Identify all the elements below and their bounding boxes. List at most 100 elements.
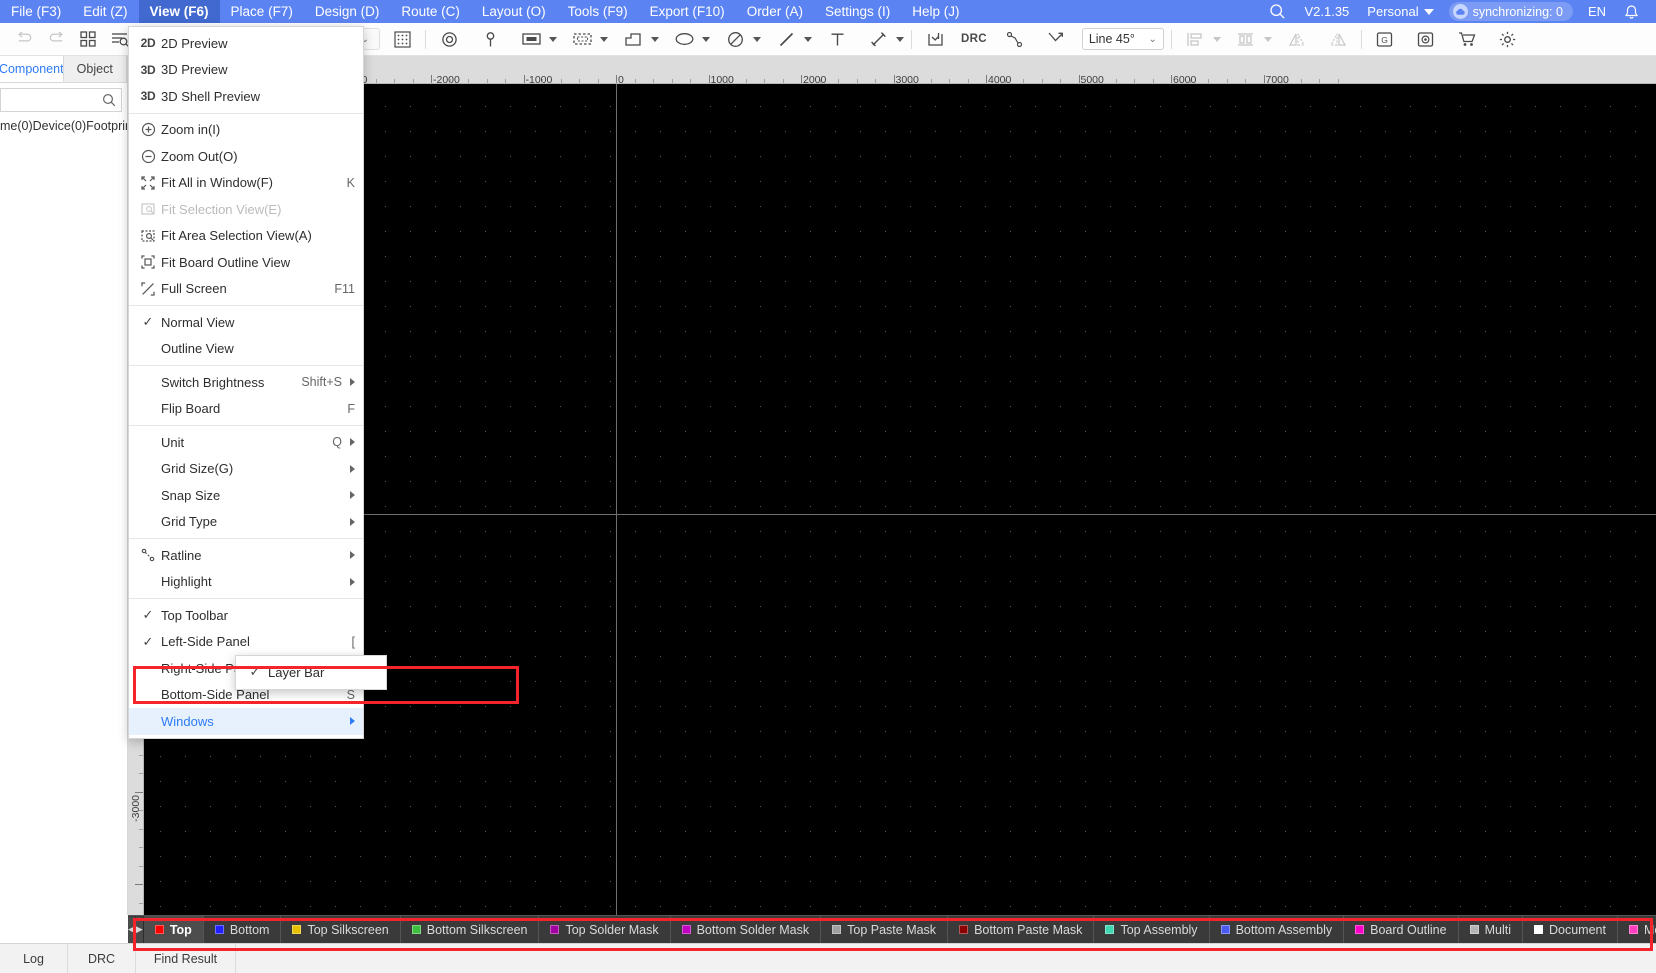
layer-item[interactable]: Bottom Paste Mask [948,916,1095,943]
polygon-dropdown-arrow[interactable] [651,36,659,42]
menu-item-fit-all-in-window-f[interactable]: Fit All in Window(F) K [129,170,363,197]
import-icon[interactable] [922,26,948,52]
menu-item-snap-size[interactable]: Snap Size [129,482,363,509]
line-icon[interactable] [773,26,799,52]
menu-help[interactable]: Help (J) [901,0,970,23]
select-rect-dropdown-arrow[interactable] [600,36,608,42]
menu-edit[interactable]: Edit (Z) [72,0,138,23]
search-icon[interactable] [1260,3,1295,20]
layer-bar-prev-button[interactable]: ◀ [128,916,136,943]
menu-export[interactable]: Export (F10) [639,0,736,23]
line-dropdown-arrow[interactable] [804,36,812,42]
menu-item-2d-preview[interactable]: 2D 2D Preview [129,30,363,57]
menu-layout[interactable]: Layout (O) [471,0,557,23]
redo-icon[interactable] [43,26,69,52]
layer-item[interactable]: Top Assembly [1094,916,1210,943]
language-selector[interactable]: EN [1579,4,1615,19]
menu-item-top-toolbar[interactable]: ✓ Top Toolbar [129,602,363,629]
submenu-item-layer-bar[interactable]: ✓ Layer Bar [236,659,386,686]
account-selector[interactable]: Personal [1358,4,1442,19]
angle-route-icon[interactable] [1043,26,1069,52]
menu-item-highlight[interactable]: Highlight [129,569,363,596]
gear-icon[interactable] [1495,26,1521,52]
layer-item[interactable]: Top Solder Mask [539,916,671,943]
pad-icon[interactable] [477,26,503,52]
menu-tools[interactable]: Tools (F9) [557,0,639,23]
search-icon[interactable] [102,93,116,107]
layer-item[interactable]: Multi [1459,916,1523,943]
pcb-canvas[interactable] [144,84,1656,915]
menu-item-ratline[interactable]: Ratline [129,542,363,569]
flip-vertical-icon[interactable] [1325,26,1351,52]
polygon-icon[interactable] [620,26,646,52]
rect-icon[interactable] [518,26,544,52]
select-rect-icon[interactable] [569,26,595,52]
layer-item[interactable]: Document [1523,916,1618,943]
menu-item-fit-board-outline-view[interactable]: Fit Board Outline View [129,249,363,276]
layer-bar-next-button[interactable]: ▶ [135,916,144,943]
sync-status-badge[interactable]: synchronizing: 0 [1448,2,1573,21]
menu-order[interactable]: Order (A) [736,0,814,23]
ellipse-icon[interactable] [671,26,697,52]
flip-horizontal-icon[interactable] [1284,26,1310,52]
undo-icon[interactable] [11,26,37,52]
layer-item[interactable]: Bottom Silkscreen [401,916,540,943]
via-icon[interactable] [436,26,462,52]
layer-item[interactable]: Top Paste Mask [821,916,949,943]
search-input[interactable] [6,92,102,108]
status-tab-log[interactable]: Log [0,944,68,973]
menu-item-3d-shell-preview[interactable]: 3D 3D Shell Preview [129,83,363,110]
align-left-icon[interactable] [1182,26,1208,52]
layer-item[interactable]: Board Outline [1344,916,1459,943]
menu-view[interactable]: View (F6) [138,0,220,23]
menu-item-outline-view[interactable]: Outline View [129,336,363,363]
gerber-icon[interactable]: G [1372,26,1398,52]
route-icon[interactable] [1002,26,1028,52]
distribute-dropdown-arrow[interactable] [1263,36,1272,42]
rect-dropdown-arrow[interactable] [549,36,557,42]
windows-submenu[interactable]: ✓ Layer Bar [235,655,387,690]
horizontal-ruler[interactable]: -5000-4000-3000-2000-1000010002000300040… [144,56,1656,84]
menu-item-grid-size-g[interactable]: Grid Size(G) [129,456,363,483]
apps-grid-icon[interactable] [75,26,101,52]
menu-item-unit[interactable]: Unit Q [129,429,363,456]
layer-item[interactable]: Bottom Assembly [1210,916,1345,943]
forbid-dropdown-arrow[interactable] [753,36,761,42]
line-mode-select[interactable]: Line 45° ⌄ [1081,28,1164,50]
menu-item-zoom-in-i[interactable]: Zoom in(I) [129,117,363,144]
text-icon[interactable] [824,26,850,52]
view-dropdown-menu[interactable]: 2D 2D Preview 3D 3D Preview 3D 3D Shell Previ… [128,26,364,739]
menu-item-switch-brightness[interactable]: Switch Brightness Shift+S [129,369,363,396]
layer-item[interactable]: Bottom [204,916,282,943]
menu-item-windows[interactable]: Windows [129,708,363,735]
distribute-icon[interactable] [1233,26,1259,52]
layer-item[interactable]: Top [143,916,204,943]
menu-item-3d-preview[interactable]: 3D 3D Preview [129,57,363,84]
left-panel-search[interactable] [0,88,122,112]
cart-icon[interactable] [1454,26,1480,52]
menu-settings[interactable]: Settings (I) [814,0,901,23]
drc-button[interactable]: DRC [961,26,987,52]
layer-bar[interactable]: ◀ ▶ Top Bottom Top Silkscreen Bottom Silkscre… [128,915,1656,943]
menu-file[interactable]: File (F3) [0,0,72,23]
tab-component[interactable]: Component [0,56,64,82]
tab-object[interactable]: Object [63,56,127,82]
layer-item[interactable]: Bottom Solder Mask [671,916,822,943]
ellipse-dropdown-arrow[interactable] [702,36,710,42]
preview-icon[interactable] [1413,26,1439,52]
forbid-icon[interactable] [722,26,748,52]
menu-item-zoom-out-o[interactable]: Zoom Out(O) [129,143,363,170]
layer-item[interactable]: Mechanical [1618,916,1656,943]
menu-route[interactable]: Route (C) [390,0,471,23]
dimension-dropdown-arrow[interactable] [896,36,904,42]
layer-item[interactable]: Top Silkscreen [281,916,401,943]
menu-item-flip-board[interactable]: Flip Board F [129,396,363,423]
dimension-icon[interactable] [865,26,891,52]
status-tab-drc[interactable]: DRC [68,944,136,973]
menu-item-grid-type[interactable]: Grid Type [129,509,363,536]
align-dropdown-arrow[interactable] [1212,36,1221,42]
notification-bell-icon[interactable] [1615,4,1648,20]
menu-item-left-side-panel[interactable]: ✓ Left-Side Panel[ [129,629,363,656]
menu-item-full-screen[interactable]: Full Screen F11 [129,276,363,303]
grid-dots-icon[interactable] [389,26,415,52]
